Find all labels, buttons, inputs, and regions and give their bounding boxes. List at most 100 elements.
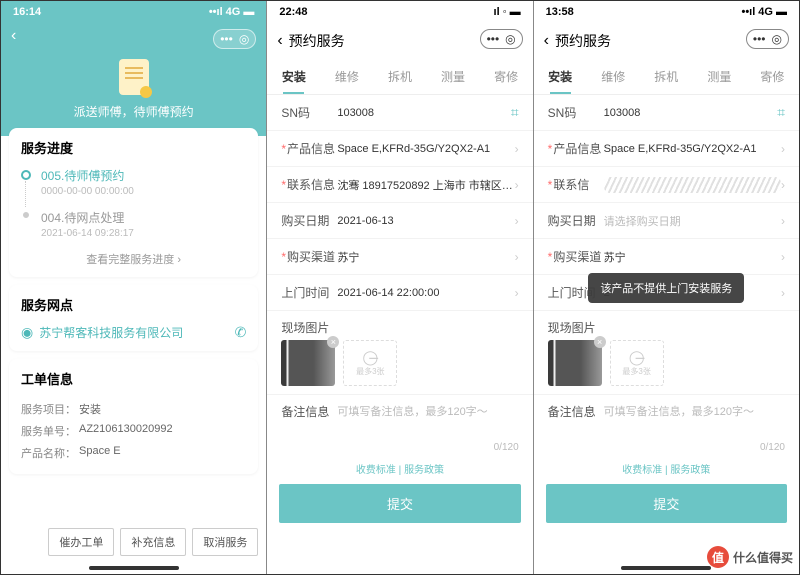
header: ‹ 预约服务 ••• ◎ [534,23,799,59]
scan-icon[interactable]: ⌗ [777,104,785,121]
status-right: ıl ◦ ▬ [494,6,521,18]
phone-3: 13:58 ••ıl 4G ▬ ‹ 预约服务 ••• ◎ 安装 维修 拆机 测量… [533,1,799,574]
cancel-button[interactable]: 取消服务 [192,528,258,556]
remark-section: 备注信息 可填写备注信息，最多120字～ [534,394,799,428]
chevron-right-icon: › [515,250,519,264]
chevron-right-icon: › [781,250,785,264]
redacted-content [604,177,781,193]
back-icon[interactable]: ‹ [544,32,549,50]
signal-label: 4G [226,6,241,18]
buy-date-row[interactable]: 购买日期 请选择购买日期 › [534,203,799,239]
submit-button[interactable]: 提交 [546,484,787,523]
status-time: 16:14 [13,6,41,18]
tab-remove[interactable]: 拆机 [373,59,426,94]
battery-icon: ▬ [776,6,787,18]
step-time: 0000-00-00 00:00:00 [41,186,246,197]
uploaded-thumb[interactable] [281,340,335,386]
chevron-right-icon: › [781,142,785,156]
remark-input[interactable]: 可填写备注信息，最多120字～ [604,403,785,420]
order-title: 工单信息 [21,369,246,388]
menu-icon[interactable]: ••• [220,33,233,45]
tab-send[interactable]: 寄修 [480,59,533,94]
char-counter: 0/120 [267,428,532,453]
policy-link[interactable]: 服务政策 [404,465,444,476]
tabs: 安装 维修 拆机 测量 寄修 [267,59,532,95]
tab-repair[interactable]: 维修 [320,59,373,94]
signal-icon: ••ıl [741,6,755,18]
buy-date-row[interactable]: 购买日期 2021-06-13 › [267,203,532,239]
signal-icon: ıl ◦ ▬ [494,6,521,18]
image-upload: ◯̶ 最多3张 [534,340,799,394]
menu-icon[interactable]: ••• [753,33,766,45]
product-row[interactable]: *产品信息 Space E,KFRd-35G/Y2QX2-A1 › [267,131,532,167]
info-row: 服务单号：AZ2106130020992 [21,420,246,442]
menu-icon[interactable]: ••• [487,33,500,45]
page-title: 预约服务 [555,31,611,51]
status-bar: 13:58 ••ıl 4G ▬ [534,1,799,23]
chevron-right-icon: › [781,286,785,300]
visit-row[interactable]: 上门时间 2021-06-14 22:00:00 › [267,275,532,311]
target-icon[interactable]: ◎ [505,33,515,45]
phone-icon[interactable]: ✆ [235,324,247,341]
scene-title: 现场图片 [267,311,532,340]
tab-install[interactable]: 安装 [267,59,320,94]
tab-repair[interactable]: 维修 [587,59,640,94]
status-bar: 16:14 ••ıl 4G ▬ [1,1,266,23]
form: SN码 103008 ⌗ *产品信息 Space E,KFRd-35G/Y2QX… [534,95,799,523]
capsule[interactable]: ••• ◎ [480,29,523,49]
tab-measure[interactable]: 测量 [427,59,480,94]
chevron-right-icon: › [781,178,785,192]
urge-button[interactable]: 催办工单 [48,528,114,556]
back-icon[interactable]: ‹ [11,27,16,45]
tab-install[interactable]: 安装 [534,59,587,94]
chevron-right-icon: › [515,214,519,228]
capsule[interactable]: ••• ◎ [213,29,256,49]
watermark-badge-icon: 值 [707,546,729,568]
back-icon[interactable]: ‹ [277,32,282,50]
phone-2: 22:48 ıl ◦ ▬ ‹ 预约服务 ••• ◎ 安装 维修 拆机 测量 寄修… [266,1,532,574]
hero-text: 派送师傅，待师傅预约 [1,103,266,120]
progress-card: 服务进度 005.待师傅预约 0000-00-00 00:00:00 004.待… [9,128,258,277]
upload-button[interactable]: ◯̶ 最多3张 [610,340,664,386]
target-icon[interactable]: ◎ [772,33,782,45]
char-counter: 0/120 [534,428,799,453]
timeline-dot-icon [21,170,31,180]
watermark: 值 什么值得买 [707,546,793,568]
remark-input[interactable]: 可填写备注信息，最多120字～ [337,403,518,420]
supplement-button[interactable]: 补充信息 [120,528,186,556]
tab-measure[interactable]: 测量 [693,59,746,94]
network-name[interactable]: ◉ 苏宁帮客科技服务有限公司 [21,324,183,341]
view-more-link[interactable]: 查看完整服务进度 › [21,251,246,267]
status-right: ••ıl 4G ▬ [741,6,787,18]
tabs: 安装 维修 拆机 测量 寄修 [534,59,799,95]
home-indicator[interactable] [89,566,179,570]
policy-link[interactable]: 服务政策 [670,465,710,476]
fee-link[interactable]: 收费标准 [356,465,396,476]
upload-button[interactable]: ◯̶ 最多3张 [343,340,397,386]
document-icon [119,59,149,95]
scan-icon[interactable]: ⌗ [511,104,519,121]
action-bar: 催办工单 补充信息 取消服务 [48,528,258,556]
status-right: ••ıl 4G ▬ [209,6,255,18]
contact-row[interactable]: *联系信 › [534,167,799,203]
fee-link[interactable]: 收费标准 [622,465,662,476]
target-icon[interactable]: ◎ [239,33,249,45]
tab-remove[interactable]: 拆机 [640,59,693,94]
product-row[interactable]: *产品信息 Space E,KFRd-35G/Y2QX2-A1 › [534,131,799,167]
channel-row[interactable]: *购买渠道 苏宁 › [267,239,532,275]
uploaded-thumb[interactable] [548,340,602,386]
status-bar: 22:48 ıl ◦ ▬ [267,1,532,23]
header: ‹ ••• ◎ [1,23,266,53]
capsule[interactable]: ••• ◎ [746,29,789,49]
submit-button[interactable]: 提交 [279,484,520,523]
contact-row[interactable]: *联系信息 沈骞 18917520892 上海市 市辖区 青… › [267,167,532,203]
chevron-right-icon: › [781,214,785,228]
sn-row[interactable]: SN码 103008 ⌗ [267,95,532,131]
channel-row[interactable]: *购买渠道 苏宁 › [534,239,799,275]
policy-links: 收费标准 | 服务政策 [267,453,532,480]
chevron-right-icon: › [515,178,519,192]
sn-row[interactable]: SN码 103008 ⌗ [534,95,799,131]
tab-send[interactable]: 寄修 [746,59,799,94]
home-indicator[interactable] [621,566,711,570]
signal-icon: ••ıl [209,6,223,18]
